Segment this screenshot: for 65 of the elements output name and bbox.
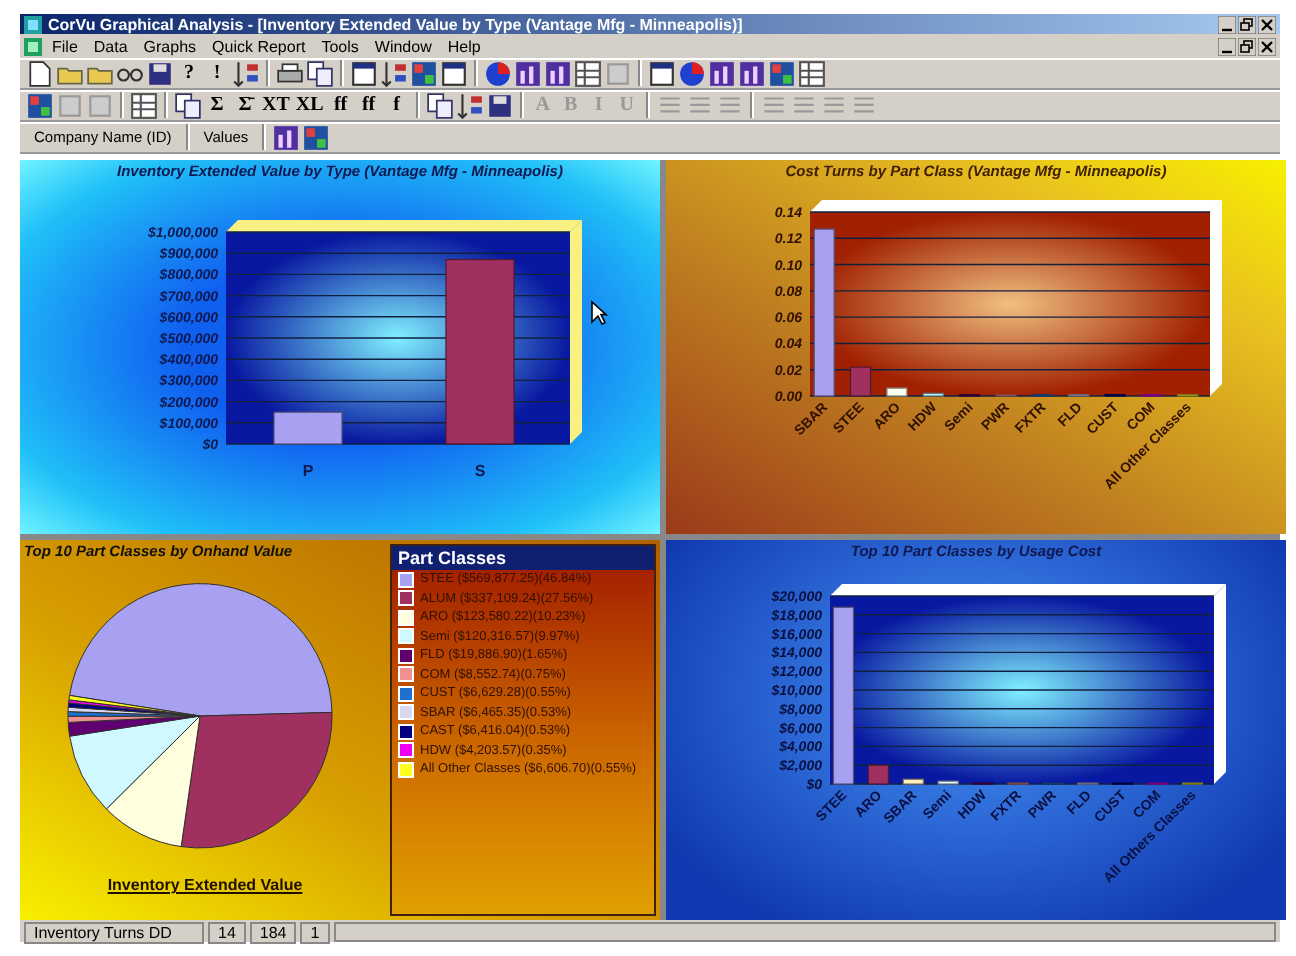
printer-icon[interactable] xyxy=(276,59,304,88)
menu-item[interactable]: Window xyxy=(368,37,438,55)
bar xyxy=(922,392,944,397)
bar xyxy=(937,780,959,785)
toolbar-button[interactable]: f xyxy=(383,94,410,117)
status-field: 184 xyxy=(249,922,297,945)
toolbar-button[interactable]: ! xyxy=(204,62,230,85)
pie-chart-icon[interactable] xyxy=(678,59,706,88)
grid-icon[interactable] xyxy=(26,91,54,120)
x-tick-label: S xyxy=(474,462,486,481)
toolbar-button[interactable]: XT xyxy=(260,94,292,117)
restore-icon[interactable] xyxy=(1238,15,1256,34)
status-field: Inventory Turns DD xyxy=(24,922,204,945)
pie-chart-icon[interactable] xyxy=(484,59,512,88)
close-icon[interactable] xyxy=(1258,15,1276,34)
toolbar-button[interactable]: ? xyxy=(176,62,202,85)
bar xyxy=(273,411,343,445)
close-icon[interactable] xyxy=(1258,37,1276,55)
status-field: 14 xyxy=(208,922,246,945)
document-icon[interactable] xyxy=(26,59,54,88)
window-title: CorVu Graphical Analysis - [Inventory Extended Value by Type (Vantage Mfg - Minneapolis)] xyxy=(48,15,745,34)
restore-icon[interactable] xyxy=(1238,37,1256,55)
table-icon[interactable] xyxy=(798,59,826,88)
toolbar-button[interactable]: ff xyxy=(355,94,382,117)
cursor-icon xyxy=(590,300,608,327)
axis-label: Inventory Extended Value xyxy=(105,876,305,895)
legend-title: Part Classes xyxy=(392,546,654,571)
grid-icon[interactable] xyxy=(410,59,438,88)
table-icon[interactable] xyxy=(574,59,602,88)
copy-icon[interactable] xyxy=(306,59,334,88)
grid-icon[interactable] xyxy=(302,123,331,152)
bar-chart-icon[interactable] xyxy=(708,59,736,88)
menu-item[interactable]: Help xyxy=(441,37,487,55)
window-icon[interactable] xyxy=(648,59,676,88)
toolbar-button[interactable]: Σ̄ xyxy=(232,94,258,117)
bar-chart-icon[interactable] xyxy=(544,59,572,88)
x-tick-label: P xyxy=(302,462,314,481)
window-icon[interactable] xyxy=(350,59,378,88)
toolbar-button[interactable]: XL xyxy=(293,94,326,117)
bar xyxy=(849,366,872,397)
window-icon[interactable] xyxy=(440,59,468,88)
copy-icon[interactable] xyxy=(425,91,454,120)
menu-item[interactable]: Quick Report xyxy=(206,37,312,55)
toolbar-button[interactable]: Σ xyxy=(204,94,230,117)
menu-item[interactable]: Tools xyxy=(315,37,365,55)
bar xyxy=(886,387,908,397)
minimize-icon[interactable] xyxy=(1218,15,1236,34)
sort-icon[interactable] xyxy=(455,91,484,120)
bar-chart-icon[interactable] xyxy=(514,59,542,88)
grid-icon[interactable] xyxy=(768,59,796,88)
sort-icon[interactable] xyxy=(380,59,408,88)
copy-icon[interactable] xyxy=(174,91,202,120)
sort-icon[interactable] xyxy=(232,59,260,88)
bar-chart-icon[interactable] xyxy=(272,123,301,152)
toolbar-button[interactable]: ff xyxy=(327,94,354,117)
bar xyxy=(867,764,889,785)
table-icon[interactable] xyxy=(130,91,158,120)
bar-chart-icon[interactable] xyxy=(738,59,766,88)
app-icon xyxy=(24,15,42,34)
bar xyxy=(902,778,924,785)
minimize-icon[interactable] xyxy=(1218,37,1236,55)
menu-item[interactable]: Data xyxy=(87,37,134,55)
menu-item[interactable]: Graphs xyxy=(137,37,203,55)
status-field: 1 xyxy=(300,922,330,945)
menu-item[interactable]: File xyxy=(46,37,84,55)
